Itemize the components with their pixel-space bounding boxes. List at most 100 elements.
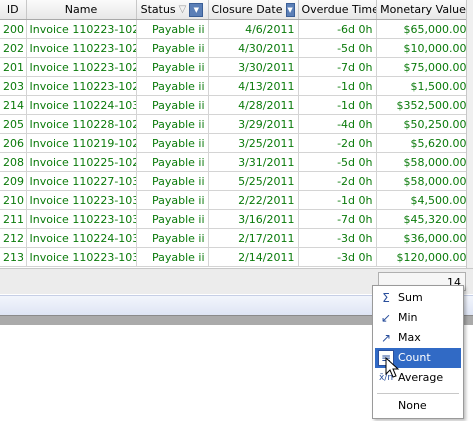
cell-overdue-time[interactable]: -5d 0h — [298, 152, 377, 172]
cell-overdue-time[interactable]: -6d 0h — [298, 19, 377, 39]
cell-closure-date[interactable]: 3/16/2011 — [208, 209, 299, 229]
cell-status[interactable]: Payable ii — [136, 171, 209, 191]
cell-id[interactable]: 209 — [0, 171, 27, 191]
table-row[interactable]: 206 Invoice 110219-1027 Payable ii 3/25/201… — [0, 133, 471, 153]
cell-name[interactable]: Invoice 110223-1023 — [26, 38, 137, 58]
header-name[interactable]: Name — [26, 0, 137, 20]
cell-monetary-value[interactable]: $10,000.00 — [376, 38, 471, 58]
header-closure-date[interactable]: Closure Date ▼ — [208, 0, 299, 20]
header-id[interactable]: ID — [0, 0, 27, 20]
cell-id[interactable]: 212 — [0, 228, 27, 248]
vertical-scrollbar[interactable] — [466, 0, 473, 268]
cell-monetary-value[interactable]: $50,250.00 — [376, 114, 471, 134]
table-row[interactable]: 212 Invoice 110224-1033 Payable ii 2/17/201… — [0, 228, 471, 248]
cell-id[interactable]: 202 — [0, 38, 27, 58]
cell-monetary-value[interactable]: $58,000.00 — [376, 152, 471, 172]
cell-overdue-time[interactable]: -3d 0h — [298, 228, 377, 248]
cell-id[interactable]: 205 — [0, 114, 27, 134]
closure-date-dropdown-icon[interactable]: ▼ — [285, 2, 295, 17]
table-row[interactable]: 203 Invoice 110223-1024 Payable ii 4/13/201… — [0, 76, 471, 96]
cell-id[interactable]: 203 — [0, 76, 27, 96]
cell-monetary-value[interactable]: $120,000.00 — [376, 247, 471, 267]
table-row[interactable]: 214 Invoice 110224-1035 Payable ii 4/28/201… — [0, 95, 471, 115]
cell-name[interactable]: Invoice 110223-1024 — [26, 76, 137, 96]
cell-overdue-time[interactable]: -7d 0h — [298, 209, 377, 229]
table-row[interactable]: 211 Invoice 110223-1032 Payable ii 3/16/201… — [0, 209, 471, 229]
cell-closure-date[interactable]: 2/14/2011 — [208, 247, 299, 267]
cell-monetary-value[interactable]: $352,500.00 — [376, 95, 471, 115]
cell-closure-date[interactable]: 3/30/2011 — [208, 57, 299, 77]
cell-overdue-time[interactable]: -7d 0h — [298, 57, 377, 77]
filter-icon[interactable]: ▽ — [179, 4, 187, 15]
table-row[interactable]: 205 Invoice 110228-1026 Payable ii 3/29/201… — [0, 114, 471, 134]
cell-id[interactable]: 210 — [0, 190, 27, 210]
table-row[interactable]: 209 Invoice 110227-1030 Payable ii 5/25/201… — [0, 171, 471, 191]
cell-status[interactable]: Payable ii — [136, 76, 209, 96]
cell-overdue-time[interactable]: -4d 0h — [298, 114, 377, 134]
cell-overdue-time[interactable]: -5d 0h — [298, 38, 377, 58]
cell-name[interactable]: Invoice 110223-1034 — [26, 247, 137, 267]
table-row[interactable]: 210 Invoice 110223-1031 Payable ii 2/22/201… — [0, 190, 471, 210]
cell-monetary-value[interactable]: $65,000.00 — [376, 19, 471, 39]
cell-name[interactable]: Invoice 110224-1033 — [26, 228, 137, 248]
cell-status[interactable]: Payable ii — [136, 247, 209, 267]
cell-closure-date[interactable]: 4/28/2011 — [208, 95, 299, 115]
cell-monetary-value[interactable]: $75,000.00 — [376, 57, 471, 77]
header-status[interactable]: Status ▽ ▼ — [136, 0, 209, 20]
cell-overdue-time[interactable]: -2d 0h — [298, 133, 377, 153]
cell-closure-date[interactable]: 4/6/2011 — [208, 19, 299, 39]
table-row[interactable]: 202 Invoice 110223-1023 Payable ii 4/30/201… — [0, 38, 471, 58]
cell-name[interactable]: Invoice 110224-1035 — [26, 95, 137, 115]
cell-status[interactable]: Payable ii — [136, 19, 209, 39]
cell-status[interactable]: Payable ii — [136, 133, 209, 153]
cell-monetary-value[interactable]: $4,500.00 — [376, 190, 471, 210]
cell-id[interactable]: 200 — [0, 19, 27, 39]
cell-status[interactable]: Payable ii — [136, 190, 209, 210]
cell-status[interactable]: Payable ii — [136, 114, 209, 134]
cell-name[interactable]: Invoice 110227-1030 — [26, 171, 137, 191]
header-overdue-time[interactable]: Overdue Time — [298, 0, 377, 20]
cell-monetary-value[interactable]: $58,000.00 — [376, 171, 471, 191]
cell-name[interactable]: Invoice 110223-1032 — [26, 209, 137, 229]
cell-status[interactable]: Payable ii — [136, 57, 209, 77]
cell-overdue-time[interactable]: -1d 0h — [298, 190, 377, 210]
cell-name[interactable]: Invoice 110223-1022 — [26, 57, 137, 77]
cell-closure-date[interactable]: 3/25/2011 — [208, 133, 299, 153]
cell-closure-date[interactable]: 3/29/2011 — [208, 114, 299, 134]
cell-status[interactable]: Payable ii — [136, 209, 209, 229]
cell-status[interactable]: Payable ii — [136, 228, 209, 248]
cell-status[interactable]: Payable ii — [136, 152, 209, 172]
cell-closure-date[interactable]: 3/31/2011 — [208, 152, 299, 172]
menu-item-max[interactable]: ↗ Max — [375, 328, 461, 348]
cell-monetary-value[interactable]: $5,620.00 — [376, 133, 471, 153]
cell-id[interactable]: 206 — [0, 133, 27, 153]
cell-name[interactable]: Invoice 110225-1029 — [26, 152, 137, 172]
cell-monetary-value[interactable]: $45,320.00 — [376, 209, 471, 229]
table-row[interactable]: 213 Invoice 110223-1034 Payable ii 2/14/201… — [0, 247, 471, 267]
cell-closure-date[interactable]: 4/30/2011 — [208, 38, 299, 58]
cell-overdue-time[interactable]: -3d 0h — [298, 247, 377, 267]
cell-name[interactable]: Invoice 110219-1027 — [26, 133, 137, 153]
cell-id[interactable]: 214 — [0, 95, 27, 115]
cell-monetary-value[interactable]: $36,000.00 — [376, 228, 471, 248]
cell-name[interactable]: Invoice 110223-1031 — [26, 190, 137, 210]
cell-id[interactable]: 201 — [0, 57, 27, 77]
cell-overdue-time[interactable]: -1d 0h — [298, 95, 377, 115]
cell-overdue-time[interactable]: -2d 0h — [298, 171, 377, 191]
menu-item-sum[interactable]: Σ Sum — [375, 288, 461, 308]
header-monetary-value[interactable]: Monetary Value — [376, 0, 471, 20]
cell-status[interactable]: Payable ii — [136, 38, 209, 58]
cell-status[interactable]: Payable ii — [136, 95, 209, 115]
status-dropdown-icon[interactable]: ▼ — [189, 2, 204, 17]
cell-closure-date[interactable]: 2/17/2011 — [208, 228, 299, 248]
cell-id[interactable]: 211 — [0, 209, 27, 229]
cell-overdue-time[interactable]: -1d 0h — [298, 76, 377, 96]
cell-id[interactable]: 208 — [0, 152, 27, 172]
menu-item-none[interactable]: None — [375, 396, 461, 416]
cell-closure-date[interactable]: 5/25/2011 — [208, 171, 299, 191]
cell-name[interactable]: Invoice 110223-1021 — [26, 19, 137, 39]
cell-closure-date[interactable]: 2/22/2011 — [208, 190, 299, 210]
table-row[interactable]: 208 Invoice 110225-1029 Payable ii 3/31/201… — [0, 152, 471, 172]
table-row[interactable]: 200 Invoice 110223-1021 Payable ii 4/6/2011… — [0, 19, 471, 39]
cell-name[interactable]: Invoice 110228-1026 — [26, 114, 137, 134]
